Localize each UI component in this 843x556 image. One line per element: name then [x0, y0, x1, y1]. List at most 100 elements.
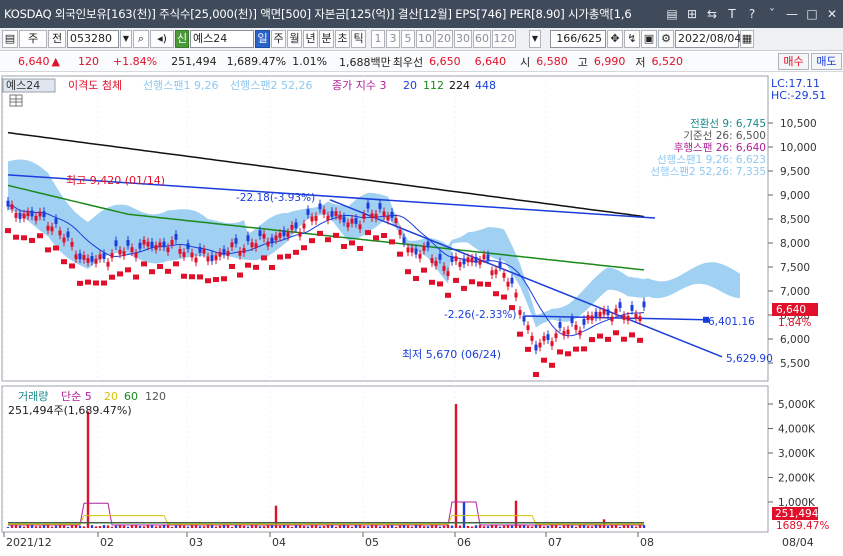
- period-tick[interactable]: 틱: [351, 30, 366, 48]
- high-label: 고: [577, 55, 588, 69]
- date-field[interactable]: 2022/08/04: [675, 30, 741, 48]
- layout-icon[interactable]: ▤: [663, 5, 681, 23]
- grid-icon[interactable]: ⊞: [683, 5, 701, 23]
- tools-icon[interactable]: ✥: [607, 30, 623, 48]
- market-select[interactable]: 주: [19, 30, 47, 48]
- chevron-down-icon[interactable]: ▼: [529, 30, 541, 48]
- candle-body: [450, 256, 454, 262]
- interval-30[interactable]: 30: [454, 30, 472, 48]
- period-year[interactable]: 년: [303, 30, 318, 48]
- count-field[interactable]: 166/625: [550, 30, 606, 48]
- legend-close-index: 종가 지수 3: [332, 79, 386, 92]
- price-chart-svg[interactable]: 예스24 이격도 첨체 선행스팬1 9,26 선행스팬2 52,26 종가 지수…: [0, 73, 843, 553]
- candle-body: [538, 342, 542, 348]
- interval-60[interactable]: 60: [473, 30, 491, 48]
- candle-body: [342, 216, 346, 223]
- volume-bar: [210, 525, 214, 528]
- buy-button[interactable]: 매수: [778, 53, 809, 70]
- candle-body: [286, 232, 290, 237]
- candle-body: [50, 226, 54, 232]
- volume-bar: [630, 525, 634, 528]
- print-icon[interactable]: ▤: [2, 30, 18, 48]
- interval-10[interactable]: 10: [416, 30, 434, 48]
- interval-120[interactable]: 120: [492, 30, 516, 48]
- collapse-icon[interactable]: ˇ: [763, 5, 781, 23]
- volume-bar: [154, 526, 158, 528]
- volume-bar: [306, 526, 310, 528]
- volume-bar: [34, 526, 38, 528]
- current-pct-tag: 1.84%: [778, 317, 811, 329]
- volume-value: 251,494: [171, 55, 217, 68]
- period-day[interactable]: 일: [255, 30, 270, 48]
- gear-icon[interactable]: ⚙: [658, 30, 674, 48]
- candle-body: [338, 214, 342, 220]
- volume-bar: [454, 404, 458, 528]
- disparity-marker: [613, 330, 619, 336]
- minimize-icon[interactable]: —: [783, 5, 801, 23]
- help-icon[interactable]: ?: [743, 5, 761, 23]
- disparity-marker: [133, 274, 139, 280]
- volume-bar: [214, 526, 218, 528]
- period-month[interactable]: 월: [287, 30, 302, 48]
- candle-body: [206, 256, 210, 262]
- interval-1[interactable]: 1: [371, 30, 385, 48]
- candle-body: [394, 218, 398, 223]
- maximize-icon[interactable]: □: [803, 5, 821, 23]
- save-icon[interactable]: ▣: [641, 30, 657, 48]
- code-input[interactable]: 053280: [67, 30, 119, 48]
- stock-name-field[interactable]: 예스24: [190, 30, 254, 48]
- candle-body: [166, 247, 170, 253]
- candle-body: [170, 240, 174, 245]
- disparity-marker: [405, 269, 411, 275]
- draw-icon[interactable]: ↯: [624, 30, 640, 48]
- volume-bar: [54, 525, 58, 528]
- time-tick-label: 06: [457, 536, 471, 549]
- candle-body: [534, 344, 538, 351]
- volume-bar: [570, 525, 574, 528]
- volume-bar: [182, 525, 186, 528]
- interval-20[interactable]: 20: [435, 30, 453, 48]
- chart-area[interactable]: 예스24 이격도 첨체 선행스팬1 9,26 선행스팬2 52,26 종가 지수…: [0, 73, 843, 553]
- candle-body: [578, 330, 582, 336]
- sell-button[interactable]: 매도: [811, 53, 842, 70]
- period-minute[interactable]: 분: [319, 30, 334, 48]
- volume-bar: [426, 526, 430, 528]
- volume-bar: [458, 525, 462, 528]
- candle-body: [218, 251, 222, 257]
- link-icon[interactable]: ⇆: [703, 5, 721, 23]
- sound-icon[interactable]: ◂): [150, 30, 174, 48]
- disparity-marker: [197, 274, 203, 280]
- conversion-line-label: 전환선 9: 6,745: [690, 118, 766, 130]
- volume-bar: [410, 526, 414, 528]
- candle-body: [134, 252, 138, 258]
- candle-body: [470, 257, 474, 263]
- candle-body: [462, 258, 466, 265]
- candle-body: [602, 309, 606, 315]
- disparity-marker: [21, 235, 27, 241]
- close-icon[interactable]: ✕: [823, 5, 841, 23]
- volume-bar: [606, 525, 610, 528]
- text-icon[interactable]: T: [723, 5, 741, 23]
- candle-body: [390, 212, 394, 218]
- prev-button[interactable]: 전: [48, 30, 66, 48]
- interval-3[interactable]: 3: [386, 30, 400, 48]
- magnifier-icon[interactable]: ⌕: [133, 30, 149, 48]
- period-second[interactable]: 초: [335, 30, 350, 48]
- period-week[interactable]: 주: [271, 30, 286, 48]
- candle-body: [38, 211, 42, 217]
- volume-bar: [586, 526, 590, 528]
- interval-5[interactable]: 5: [401, 30, 415, 48]
- candle-body: [482, 254, 486, 260]
- legend-ma112: 112: [423, 79, 444, 92]
- volume-bar: [30, 525, 34, 528]
- calendar-icon[interactable]: ▦: [740, 30, 754, 48]
- candle-body: [434, 261, 438, 266]
- candle-body: [142, 239, 146, 245]
- volume-bar: [186, 526, 190, 528]
- volume-percent: 1,689.47%: [226, 55, 287, 68]
- candle-body: [638, 316, 642, 322]
- price-tick-label: 9,000: [780, 190, 810, 202]
- candle-body: [422, 246, 426, 251]
- candle-body: [242, 248, 246, 253]
- chevron-down-icon[interactable]: ▼: [120, 30, 132, 48]
